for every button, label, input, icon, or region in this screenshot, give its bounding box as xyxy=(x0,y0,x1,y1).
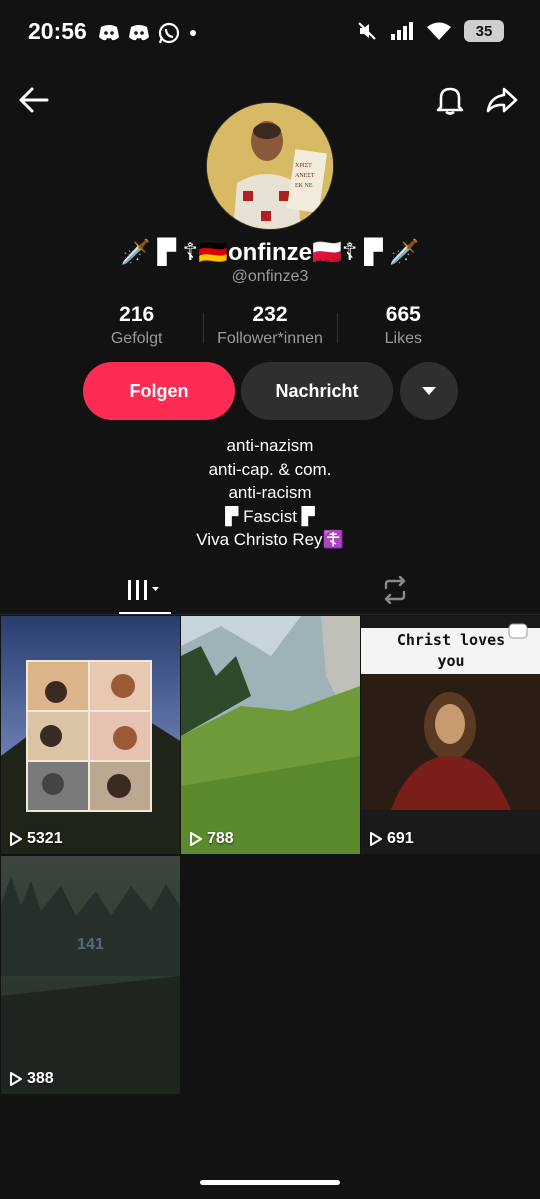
video-overlay-text: 141 xyxy=(77,936,104,953)
play-icon xyxy=(10,832,22,846)
share-button[interactable] xyxy=(482,80,522,120)
system-icons: 35 xyxy=(356,20,504,42)
video-thumbnail[interactable]: 141 388 xyxy=(1,856,180,1094)
profile-display-name: 🗡️ ▛ ☦🇩🇪onfinze🇵🇱☦ ▛ 🗡️ xyxy=(120,239,420,266)
status-time: 20:56 xyxy=(28,18,87,44)
message-button[interactable]: Nachricht xyxy=(241,362,393,420)
stat-followers-label: Follower*innen xyxy=(217,330,323,347)
play-icon xyxy=(190,832,202,846)
profile-tabs xyxy=(0,565,540,615)
profile-stats: 216 Gefolgt 232 Follower*innen 665 Likes xyxy=(70,303,470,348)
bell-icon xyxy=(436,87,464,115)
profile-avatar[interactable]: ΧΡΙΣΤ ΑΝΕΣΤ ΕΚ ΝΕ xyxy=(206,102,334,230)
signal-icon xyxy=(391,22,413,40)
svg-text:ΕΚ ΝΕ: ΕΚ ΝΕ xyxy=(295,183,313,189)
svg-text:ΑΝΕΣΤ: ΑΝΕΣΤ xyxy=(295,173,315,179)
tab-videos[interactable] xyxy=(110,565,180,615)
follow-button[interactable]: Folgen xyxy=(83,362,235,420)
bio-line: ▛ Fascist ▛ xyxy=(225,506,315,526)
video-thumbnail-image xyxy=(1,616,180,854)
notification-bell-button[interactable] xyxy=(430,80,470,120)
discord-icon xyxy=(99,25,119,41)
video-view-count: 388 xyxy=(9,1070,54,1088)
stat-likes[interactable]: 665 Likes xyxy=(336,303,470,348)
back-button[interactable] xyxy=(14,80,54,120)
status-bar: 20:56 35 xyxy=(0,0,540,66)
video-thumbnail[interactable]: 5321 xyxy=(1,616,180,854)
notification-icons xyxy=(98,22,198,44)
caret-down-icon xyxy=(422,387,436,395)
stat-following-value: 216 xyxy=(119,303,155,326)
bio-line: anti-nazism xyxy=(226,436,314,455)
video-thumbnail-image xyxy=(181,616,360,854)
videos-grid-icon xyxy=(128,580,159,600)
profile-bio: anti-nazism anti-cap. & com. anti-racism… xyxy=(0,434,540,552)
profile-username: @onfinze3 xyxy=(231,268,309,285)
stat-likes-label: Likes xyxy=(384,330,422,347)
stat-likes-value: 665 xyxy=(385,303,421,326)
bio-line: Viva Christo Rey☦️ xyxy=(196,530,344,549)
whatsapp-icon xyxy=(158,22,180,44)
stat-following-label: Gefolgt xyxy=(110,330,163,347)
stat-followers-value: 232 xyxy=(252,303,288,326)
bio-line: anti-racism xyxy=(228,483,312,502)
video-thumbnail-image xyxy=(1,856,180,1094)
tabs-divider xyxy=(0,614,540,615)
more-options-button[interactable] xyxy=(400,362,458,420)
home-indicator[interactable] xyxy=(200,1180,340,1185)
bio-line: anti-cap. & com. xyxy=(208,459,332,479)
video-thumbnail[interactable]: Christ loves you 691 xyxy=(361,616,540,854)
play-icon xyxy=(370,832,382,846)
dot-icon xyxy=(190,30,196,36)
battery-indicator: 35 xyxy=(464,20,504,42)
video-view-count: 5321 xyxy=(9,830,63,848)
stat-followers[interactable]: 232 Follower*innen xyxy=(203,303,336,348)
video-view-count: 788 xyxy=(189,830,234,848)
back-arrow-icon xyxy=(19,87,49,113)
stat-following[interactable]: 216 Gefolgt xyxy=(70,303,203,348)
tab-reposts[interactable] xyxy=(360,565,430,615)
avatar-icon-portrait: ΧΡΙΣΤ ΑΝΕΣΤ ΕΚ ΝΕ xyxy=(207,103,333,229)
video-view-count: 691 xyxy=(369,830,414,848)
repost-icon xyxy=(384,576,406,604)
video-caption: Christ loves you xyxy=(396,631,506,670)
share-icon xyxy=(486,87,518,113)
discord-icon xyxy=(129,25,149,41)
play-icon xyxy=(10,1072,22,1086)
mute-icon xyxy=(358,22,376,40)
wifi-icon xyxy=(427,22,451,40)
profile-actions: Folgen Nachricht xyxy=(83,362,458,420)
svg-text:ΧΡΙΣΤ: ΧΡΙΣΤ xyxy=(295,163,312,169)
video-thumbnail[interactable]: 788 xyxy=(181,616,360,854)
